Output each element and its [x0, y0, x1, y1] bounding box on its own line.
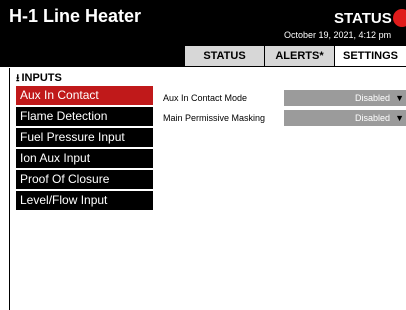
status-label: STATUS [334, 10, 392, 27]
aux-in-contact-mode-label: Aux In Contact Mode [163, 93, 248, 103]
section-title: INPUTS [21, 72, 62, 84]
app-title: H-1 Line Heater [9, 6, 142, 26]
status-indicator-icon [393, 9, 406, 27]
side-menu-item-fuel-pressure-input[interactable]: Fuel Pressure Input [16, 128, 153, 147]
download-arrow-icon: ⭳ [16, 73, 20, 84]
left-divider [9, 68, 10, 310]
chevron-down-icon: ▼ [395, 113, 404, 123]
aux-in-contact-mode-value: Disabled [354, 93, 390, 103]
chevron-down-icon: ▼ [395, 93, 404, 103]
datetime-text: October 19, 2021, 4:12 pm [284, 30, 392, 40]
tab-settings[interactable]: SETTINGS [334, 46, 406, 66]
main-permissive-masking-label: Main Permissive Masking [163, 113, 266, 123]
main-permissive-masking-value: Disabled [354, 113, 390, 123]
side-menu-item-aux-in-contact[interactable]: Aux In Contact [16, 86, 153, 105]
aux-in-contact-mode-select[interactable]: Disabled ▼ [284, 90, 406, 106]
side-menu-item-flame-detection[interactable]: Flame Detection [16, 107, 153, 126]
tab-status[interactable]: STATUS [184, 46, 264, 66]
side-menu: Aux In Contact Flame Detection Fuel Pres… [16, 86, 153, 212]
tab-alerts[interactable]: ALERTS* [264, 46, 334, 66]
side-menu-item-ion-aux-input[interactable]: Ion Aux Input [16, 149, 153, 168]
side-menu-item-level-flow-input[interactable]: Level/Flow Input [16, 191, 153, 210]
header-bar: H-1 Line Heater STATUS October 19, 2021,… [0, 0, 406, 67]
main-permissive-masking-select[interactable]: Disabled ▼ [284, 110, 406, 126]
side-menu-item-proof-of-closure[interactable]: Proof Of Closure [16, 170, 153, 189]
